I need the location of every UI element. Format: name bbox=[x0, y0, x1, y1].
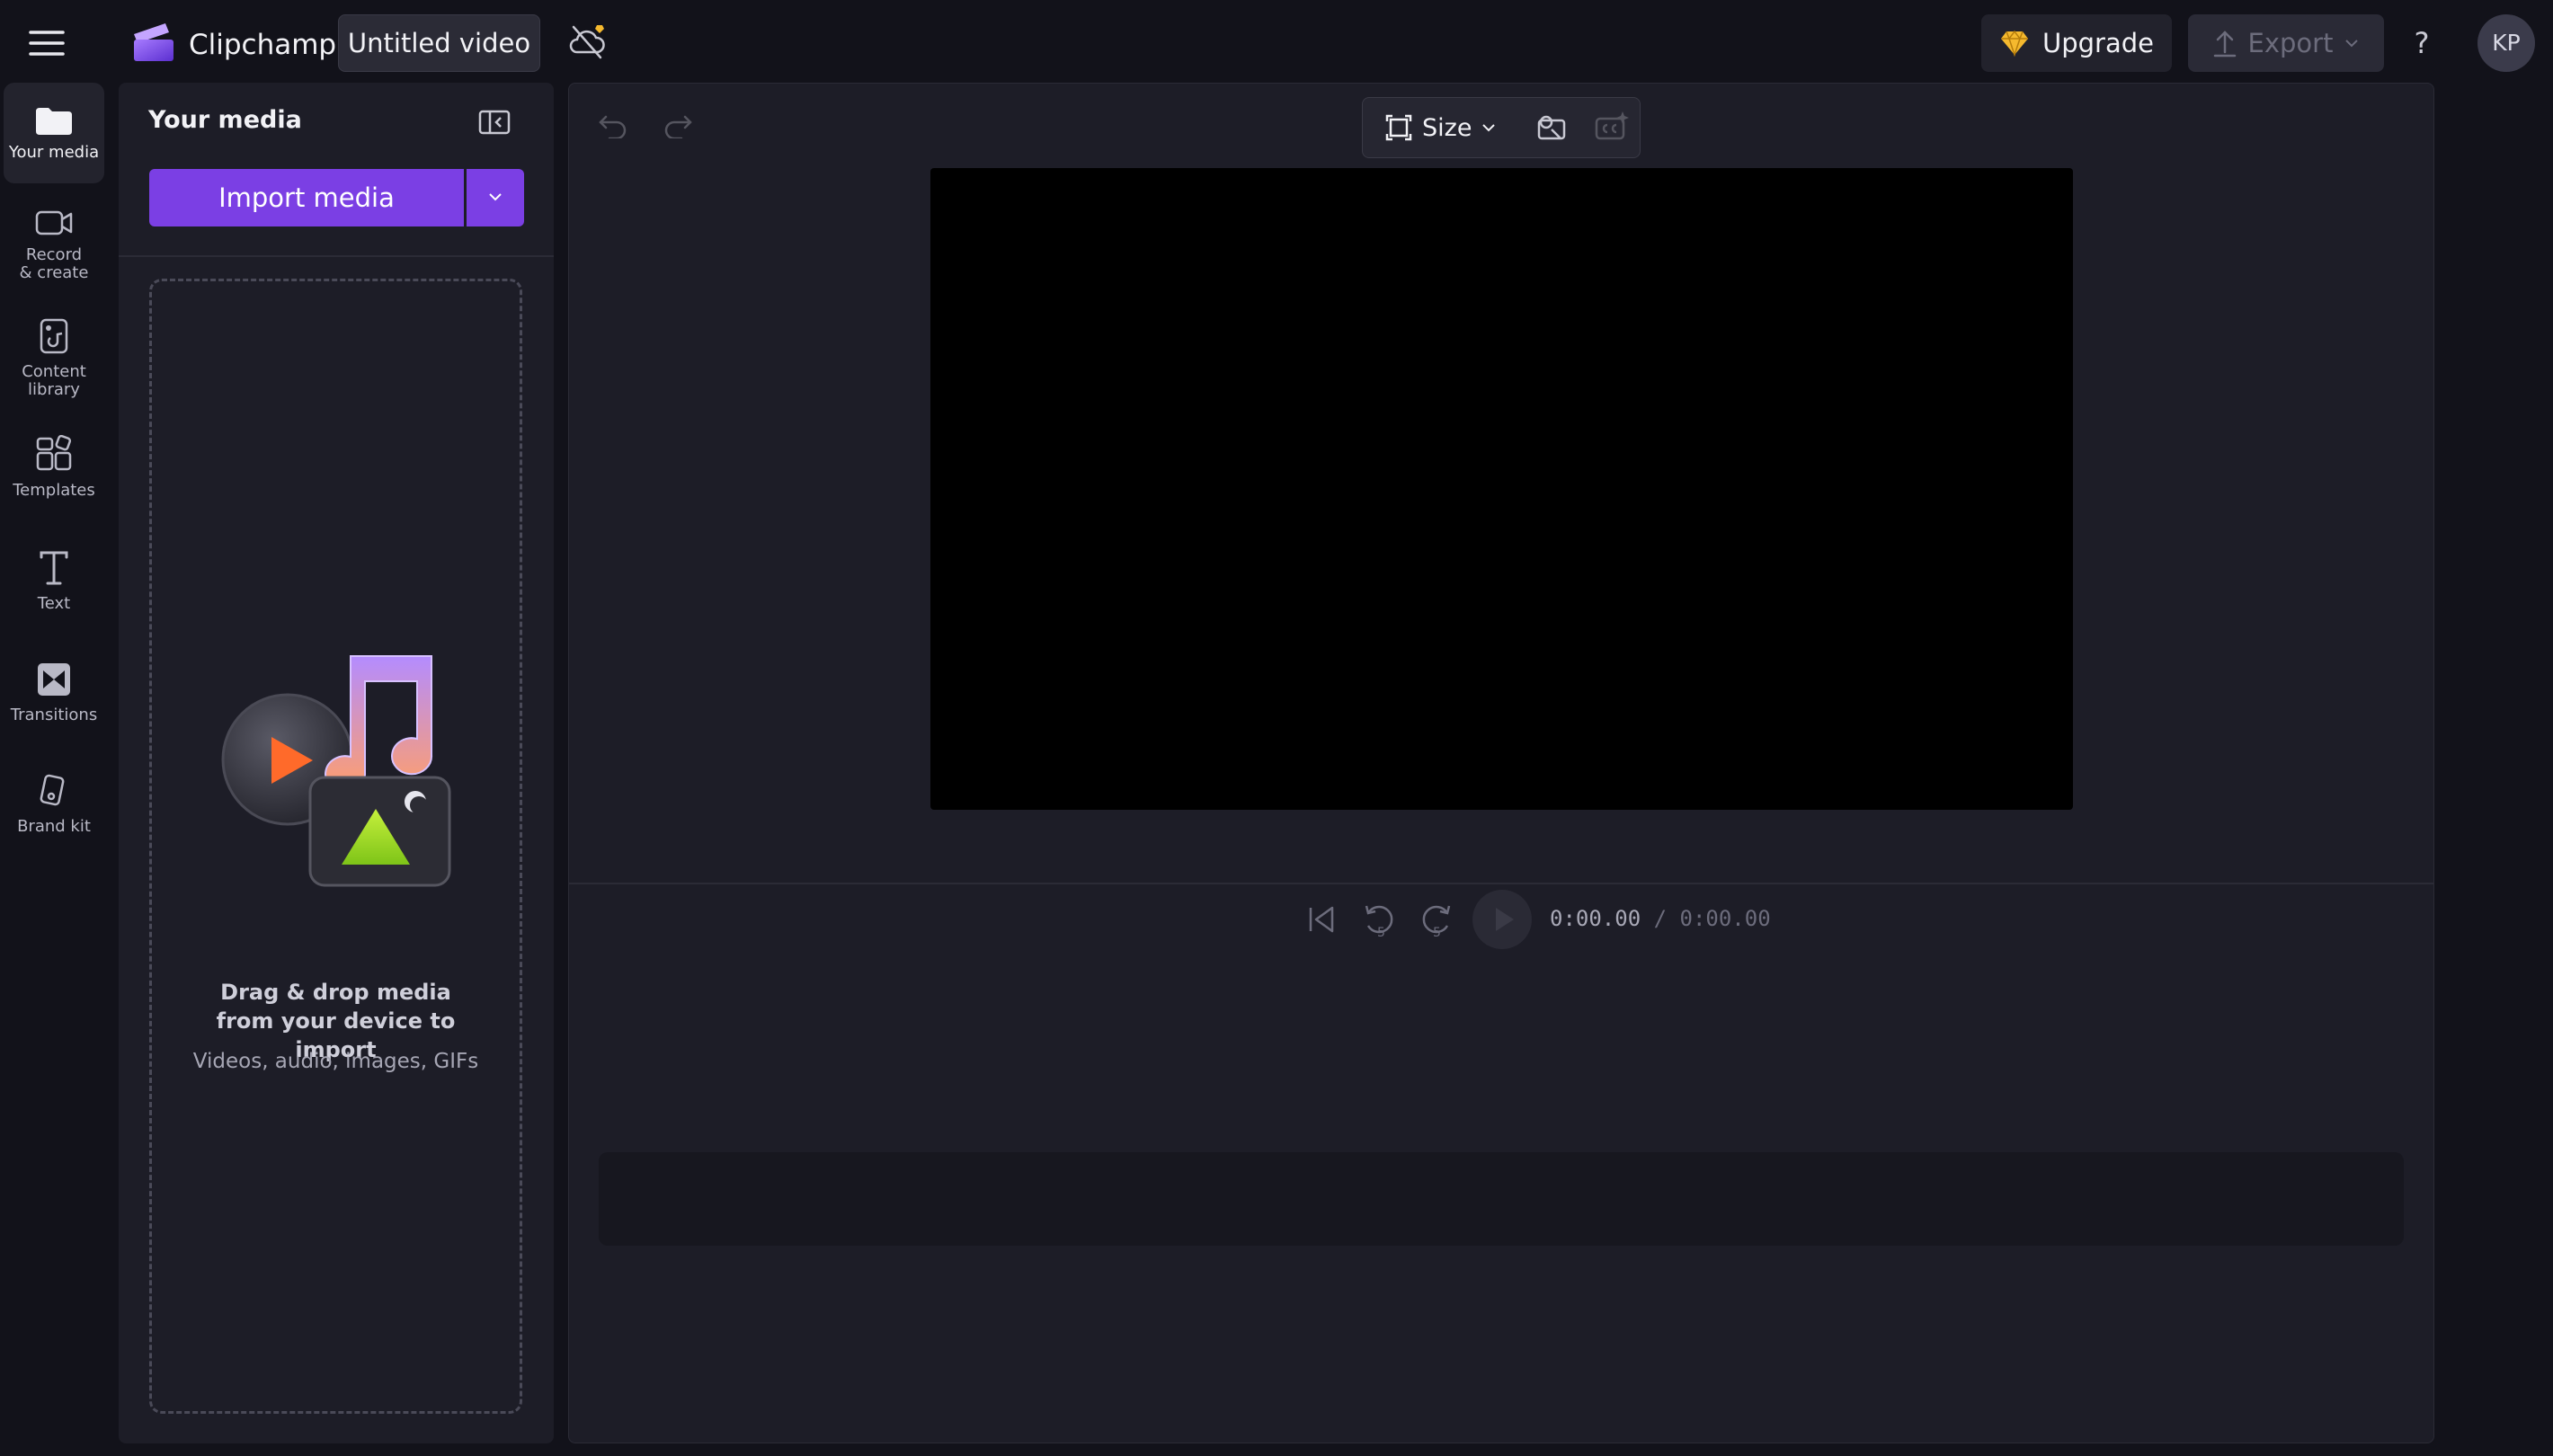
upgrade-button[interactable]: Upgrade bbox=[1981, 14, 2172, 72]
avatar[interactable]: KP bbox=[2477, 14, 2535, 72]
nav-item-templates[interactable]: Templates bbox=[4, 435, 104, 500]
rewind-5-icon[interactable]: 5 bbox=[1359, 901, 1399, 940]
nav-item-record-create[interactable]: Record & create bbox=[4, 207, 104, 282]
dropzone-subtitle: Videos, audio, images, GIFs bbox=[192, 1050, 479, 1073]
divider bbox=[119, 255, 554, 257]
text-icon bbox=[40, 551, 68, 585]
upgrade-label: Upgrade bbox=[2042, 28, 2154, 58]
total-time: / 0:00.00 bbox=[1653, 906, 1771, 931]
nav-label: Brand kit bbox=[17, 817, 91, 836]
undo-icon[interactable] bbox=[597, 110, 629, 138]
svg-text:5: 5 bbox=[1433, 926, 1441, 940]
size-label: Size bbox=[1422, 113, 1472, 142]
play-button[interactable] bbox=[1472, 890, 1532, 949]
transitions-icon bbox=[38, 663, 70, 696]
timeline-track[interactable] bbox=[599, 1152, 2404, 1246]
menu-icon[interactable] bbox=[25, 25, 68, 61]
nav-label: Templates bbox=[13, 481, 95, 500]
nav-item-brand-kit[interactable]: Brand kit bbox=[4, 771, 104, 836]
divider bbox=[569, 883, 2433, 884]
cloud-off-icon[interactable] bbox=[566, 22, 609, 61]
chevron-down-icon bbox=[1482, 124, 1496, 132]
top-bar: Clipchamp Untitled video Upgrade Export … bbox=[0, 0, 2553, 84]
nav-item-text[interactable]: Text bbox=[4, 548, 104, 613]
chevron-down-icon bbox=[489, 193, 502, 201]
panel-title: Your media bbox=[148, 106, 302, 134]
skip-to-start-icon[interactable] bbox=[1302, 901, 1341, 940]
nav-label: Transitions bbox=[10, 706, 98, 724]
current-time: 0:00.00 bbox=[1550, 906, 1641, 931]
diamond-icon bbox=[1999, 30, 2030, 57]
upload-icon bbox=[2212, 29, 2237, 58]
svg-text:5: 5 bbox=[1377, 926, 1385, 940]
nav-label: Record & create bbox=[19, 245, 89, 282]
brand-kit-icon bbox=[40, 774, 65, 806]
background-remover-icon[interactable] bbox=[1534, 110, 1570, 146]
size-button[interactable]: Size bbox=[1384, 108, 1497, 147]
export-label: Export bbox=[2247, 28, 2334, 58]
clipchamp-logo-icon[interactable] bbox=[131, 22, 176, 63]
folder-icon bbox=[36, 108, 72, 135]
forward-5-icon[interactable]: 5 bbox=[1417, 901, 1456, 940]
collapse-panel-icon[interactable] bbox=[478, 110, 511, 135]
templates-icon bbox=[36, 435, 72, 471]
media-illustration-icon bbox=[216, 629, 467, 899]
import-media-button[interactable]: Import media bbox=[149, 169, 464, 226]
nav-item-content-library[interactable]: Content library bbox=[4, 316, 104, 399]
video-preview[interactable] bbox=[930, 168, 2073, 810]
captions-icon[interactable] bbox=[1593, 110, 1629, 146]
camera-icon bbox=[35, 210, 73, 235]
project-title-button[interactable]: Untitled video bbox=[338, 14, 540, 72]
nav-label: Text bbox=[37, 594, 71, 613]
playback-time: 0:00.00 / 0:00.00 bbox=[1550, 906, 1771, 931]
chevron-down-icon bbox=[2344, 38, 2360, 49]
redo-icon[interactable] bbox=[662, 110, 694, 138]
nav-item-your-media[interactable]: Your media bbox=[4, 83, 104, 183]
content-library-icon bbox=[40, 318, 68, 354]
export-button[interactable]: Export bbox=[2188, 14, 2384, 72]
help-button[interactable]: ? bbox=[2404, 25, 2440, 61]
nav-label: Content library bbox=[22, 362, 86, 399]
app-brand: Clipchamp bbox=[189, 29, 337, 61]
nav-item-transitions[interactable]: Transitions bbox=[4, 660, 104, 724]
import-options-button[interactable] bbox=[467, 169, 524, 226]
nav-label: Your media bbox=[8, 143, 100, 162]
play-icon bbox=[1496, 908, 1514, 931]
aspect-ratio-icon bbox=[1385, 114, 1412, 141]
